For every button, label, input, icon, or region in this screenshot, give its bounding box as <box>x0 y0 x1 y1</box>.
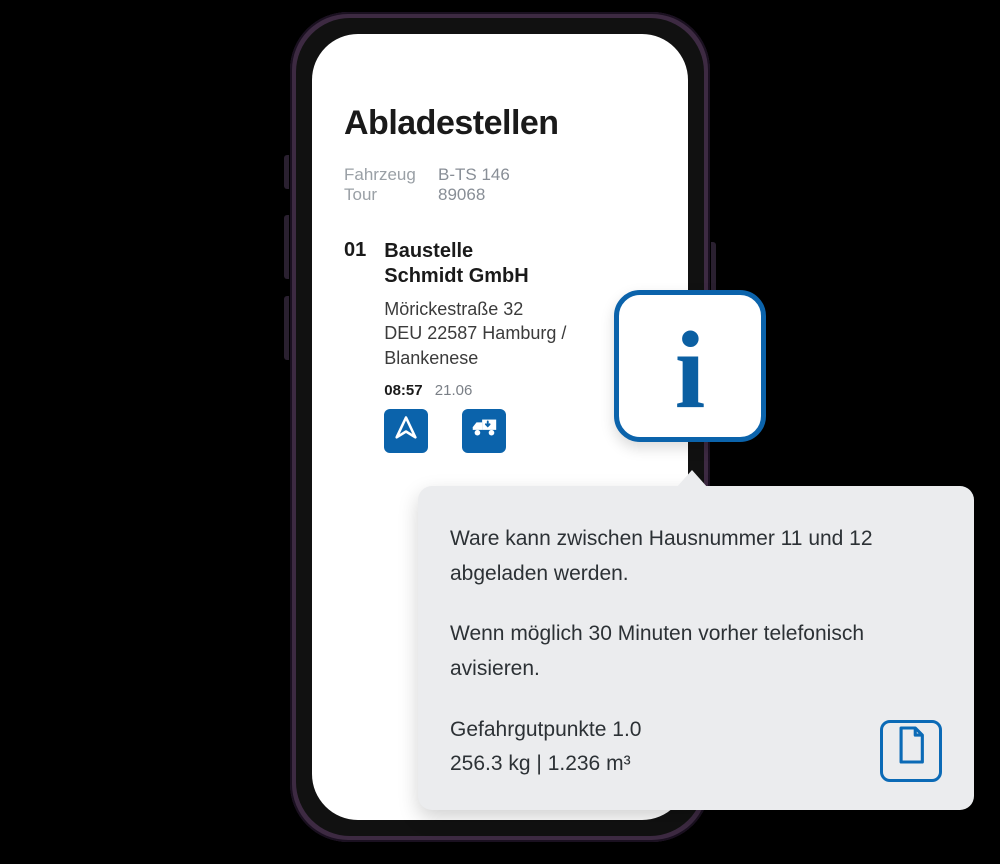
stop-item[interactable]: 01 Baustelle Schmidt GmbH Mörickestraße … <box>344 239 656 453</box>
tour-meta: Fahrzeug B-TS 146 Tour 89068 <box>344 165 656 205</box>
tour-label: Tour <box>344 185 438 205</box>
tour-value: 89068 <box>438 185 485 205</box>
info-popup-metrics: Gefahrgutpunkte 1.0 256.3 kg | 1.236 m³ <box>450 713 641 782</box>
phone-mute-switch <box>284 155 289 189</box>
documents-button[interactable] <box>880 720 942 782</box>
stop-number: 01 <box>344 239 366 453</box>
info-popup: Ware kann zwischen Hausnummer 11 und 12 … <box>418 486 974 810</box>
stop-street: Mörickestraße 32 <box>384 299 523 319</box>
info-popup-note1: Ware kann zwischen Hausnummer 11 und 12 … <box>450 522 942 591</box>
phone-volume-up <box>284 215 289 279</box>
navigate-button[interactable] <box>384 409 428 453</box>
stop-city: DEU 22587 Hamburg / Blankenese <box>384 323 566 367</box>
navigate-icon <box>392 414 420 447</box>
stop-time: 08:57 <box>384 382 422 399</box>
vehicle-value: B-TS 146 <box>438 165 510 185</box>
unload-button[interactable] <box>462 409 506 453</box>
info-popup-note2: Wenn möglich 30 Minuten vorher telefonis… <box>450 617 942 686</box>
stop-name-line2: Schmidt GmbH <box>384 265 528 287</box>
phone-volume-down <box>284 296 289 360</box>
stop-name-line1: Baustelle <box>384 240 473 262</box>
hazard-points: Gefahrgutpunkte 1.0 <box>450 713 641 748</box>
stop-date: 21.06 <box>435 382 473 399</box>
info-icon: i <box>675 315 706 425</box>
info-button[interactable]: i <box>614 290 766 442</box>
document-icon <box>894 725 928 777</box>
vehicle-label: Fahrzeug <box>344 165 438 185</box>
weight-volume: 256.3 kg | 1.236 m³ <box>450 747 641 782</box>
stop-name: Baustelle Schmidt GmbH <box>384 239 656 289</box>
page-title: Abladestellen <box>344 104 656 143</box>
truck-unload-icon <box>469 413 499 448</box>
